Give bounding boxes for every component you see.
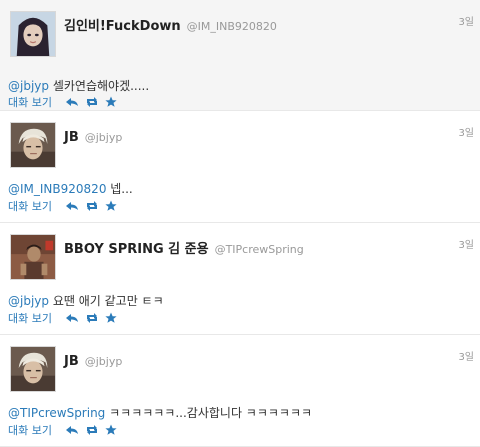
tweet-actions: 대화 보기 xyxy=(8,423,120,439)
tweet-text: @jbjyp 요땐 애기 같고만 ㅌㅋ xyxy=(8,293,164,309)
avatar-image xyxy=(11,347,55,391)
tweet-time[interactable]: 3일 xyxy=(458,124,474,139)
mention-link[interactable]: @TIPcrewSpring xyxy=(8,406,105,420)
tweet-text: @jbjyp 셀카연습해야겠..... xyxy=(8,78,149,94)
mention-link[interactable]: @IM_INB920820 xyxy=(8,182,106,196)
screen-name[interactable]: @jbjyp xyxy=(85,131,123,144)
view-conversation-link[interactable]: 대화 보기 xyxy=(8,424,52,437)
tweet-item[interactable]: JB @jbjyp 3일 @TIPcrewSpring ㅋㅋㅋㅋㅋㅋ...감사합니… xyxy=(0,335,480,447)
view-conversation-link[interactable]: 대화 보기 xyxy=(8,96,52,109)
tweet-item[interactable]: JB @jbjyp 3일 @IM_INB920820 넵... 대화 보기 xyxy=(0,111,480,223)
view-conversation-link[interactable]: 대화 보기 xyxy=(8,200,52,213)
display-name[interactable]: JB xyxy=(64,354,79,369)
tweet-actions: 대화 보기 xyxy=(8,311,120,327)
screen-name[interactable]: @jbjyp xyxy=(85,355,123,368)
favorite-icon[interactable] xyxy=(104,96,118,108)
tweet-item[interactable]: BBOY SPRING 김 준용 @TIPcrewSpring 3일 @jbjyp… xyxy=(0,223,480,335)
view-conversation-link[interactable]: 대화 보기 xyxy=(8,312,52,325)
tweet-actions: 대화 보기 xyxy=(8,95,120,111)
display-name[interactable]: BBOY SPRING 김 준용 xyxy=(64,242,209,257)
avatar-image xyxy=(11,123,55,167)
tweet-text: @IM_INB920820 넵... xyxy=(8,181,133,197)
favorite-icon[interactable] xyxy=(104,424,118,436)
tweet-header: JB @jbjyp xyxy=(64,351,122,369)
retweet-icon[interactable] xyxy=(85,312,99,324)
tweet-header: JB @jbjyp xyxy=(64,127,122,145)
screen-name[interactable]: @TIPcrewSpring xyxy=(215,243,304,256)
favorite-icon[interactable] xyxy=(104,200,118,212)
reply-icon[interactable] xyxy=(65,424,79,436)
reply-icon[interactable] xyxy=(65,96,79,108)
reply-icon[interactable] xyxy=(65,312,79,324)
display-name[interactable]: 김인비!FuckDown xyxy=(64,19,181,34)
tweet-actions: 대화 보기 xyxy=(8,199,120,215)
avatar[interactable] xyxy=(10,234,56,280)
tweet-body: 넵... xyxy=(106,182,133,196)
avatar-image xyxy=(11,12,55,56)
avatar[interactable] xyxy=(10,11,56,57)
favorite-icon[interactable] xyxy=(104,312,118,324)
reply-icon[interactable] xyxy=(65,200,79,212)
avatar-image xyxy=(11,235,55,279)
tweet-time[interactable]: 3일 xyxy=(458,13,474,28)
retweet-icon[interactable] xyxy=(85,200,99,212)
tweet-body: 요땐 애기 같고만 ㅌㅋ xyxy=(49,294,164,308)
tweet-time[interactable]: 3일 xyxy=(458,348,474,363)
avatar[interactable] xyxy=(10,122,56,168)
mention-link[interactable]: @jbjyp xyxy=(8,79,49,93)
display-name[interactable]: JB xyxy=(64,130,79,145)
tweet-text: @TIPcrewSpring ㅋㅋㅋㅋㅋㅋ...감사합니다 ㅋㅋㅋㅋㅋㅋ xyxy=(8,405,312,421)
tweet-item[interactable]: 김인비!FuckDown @IM_INB920820 3일 @jbjyp 셀카연습… xyxy=(0,0,480,111)
tweet-body: ㅋㅋㅋㅋㅋㅋ...감사합니다 ㅋㅋㅋㅋㅋㅋ xyxy=(105,406,313,420)
avatar[interactable] xyxy=(10,346,56,392)
retweet-icon[interactable] xyxy=(85,96,99,108)
screen-name[interactable]: @IM_INB920820 xyxy=(187,20,277,33)
tweet-time[interactable]: 3일 xyxy=(458,236,474,251)
tweet-timeline: 김인비!FuckDown @IM_INB920820 3일 @jbjyp 셀카연습… xyxy=(0,0,480,447)
mention-link[interactable]: @jbjyp xyxy=(8,294,49,308)
tweet-header: BBOY SPRING 김 준용 @TIPcrewSpring xyxy=(64,239,304,257)
tweet-header: 김인비!FuckDown @IM_INB920820 xyxy=(64,16,277,34)
tweet-body: 셀카연습해야겠..... xyxy=(49,79,150,93)
retweet-icon[interactable] xyxy=(85,424,99,436)
